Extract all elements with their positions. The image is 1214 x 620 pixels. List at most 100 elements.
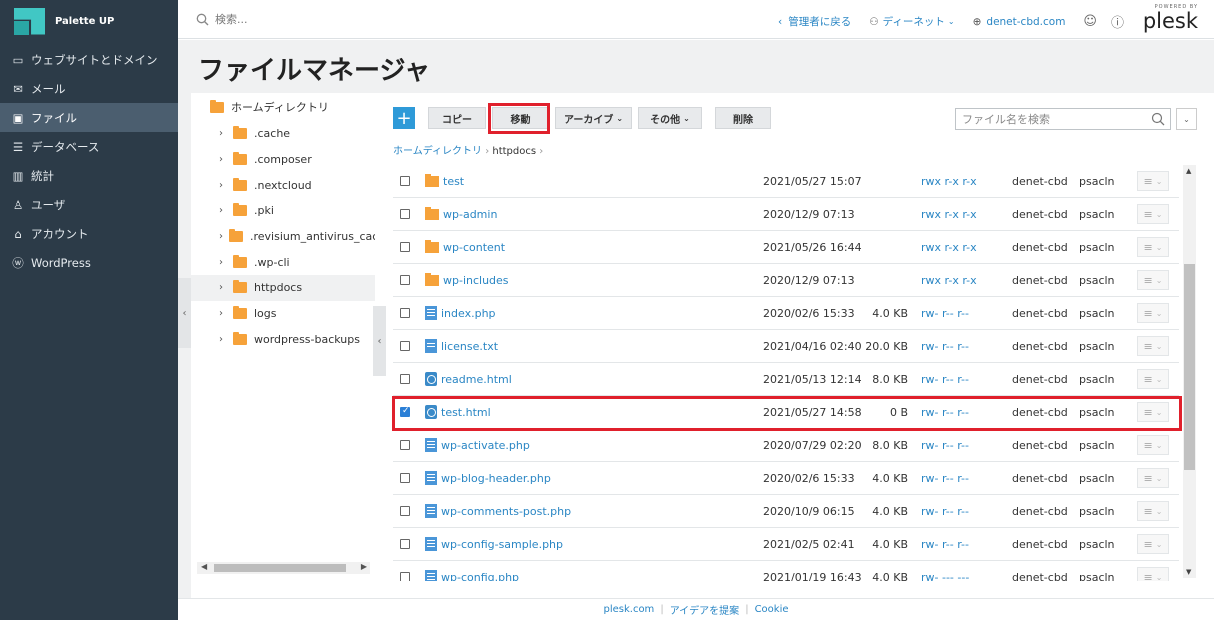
tree-item[interactable]: › .composer [191,147,375,173]
file-name-link[interactable]: wp-config.php [425,570,519,581]
file-permissions-link[interactable]: rwx r-x r-x [921,208,977,221]
file-name-link[interactable]: license.txt [425,339,498,353]
chevron-right-icon[interactable]: › [219,180,227,191]
file-name-link[interactable]: wp-blog-header.php [425,471,551,485]
row-checkbox[interactable] [400,176,410,186]
file-name-link[interactable]: index.php [425,306,496,320]
file-list-scrollbar[interactable]: ▲ ▼ [1183,165,1196,578]
add-button[interactable]: + [393,107,415,129]
sidebar-item-6[interactable]: ⌂ アカウント [0,219,178,248]
file-permissions-link[interactable]: rw- r-- r-- [921,373,969,386]
scroll-thumb[interactable] [214,564,346,572]
other-button[interactable]: その他 ⌄ [638,107,702,129]
row-menu-button[interactable]: ≡ ⌄ [1137,534,1169,554]
footer-link[interactable]: アイデアを提案 [670,602,740,617]
row-checkbox[interactable] [400,275,410,285]
row-menu-button[interactable]: ≡ ⌄ [1137,501,1169,521]
breadcrumb-home[interactable]: ホームディレクトリ [393,146,482,157]
chevron-right-icon[interactable]: › [219,257,227,268]
file-row[interactable]: wp-includes 2020/12/9 07:13 rwx r-x r-x den… [393,264,1179,297]
sidebar-item-3[interactable]: ☰ データベース [0,132,178,161]
suggest-icon[interactable]: ☺ [1083,14,1097,29]
scroll-thumb[interactable] [1184,264,1195,470]
file-row[interactable]: test 2021/05/27 15:07 rwx r-x r-x denet-cbd… [393,165,1179,198]
chevron-right-icon[interactable]: › [219,154,227,165]
back-to-admin-link[interactable]: ‹ 管理者に戻る [778,14,851,29]
chevron-right-icon[interactable]: › [219,308,227,319]
row-menu-button[interactable]: ≡ ⌄ [1137,336,1169,356]
file-row[interactable]: wp-content 2021/05/26 16:44 rwx r-x r-x den… [393,231,1179,264]
file-name-link[interactable]: test [425,173,464,188]
row-checkbox[interactable] [400,440,410,450]
file-permissions-link[interactable]: rw- r-- r-- [921,307,969,320]
row-checkbox[interactable] [400,341,410,351]
chevron-right-icon[interactable]: › [219,128,227,139]
chevron-right-icon[interactable]: › [219,334,227,345]
file-name-link[interactable]: readme.html [425,372,512,386]
row-checkbox[interactable] [400,506,410,516]
file-row[interactable]: license.txt 2021/04/16 02:40 20.0 KB rw- r-… [393,330,1179,363]
sidebar-item-7[interactable]: ⓦ WordPress [0,248,178,277]
sidebar-item-2[interactable]: ▣ ファイル [0,103,178,132]
tree-item[interactable]: › .revisium_antivirus_cache [191,224,375,250]
file-name-link[interactable]: wp-admin [425,206,497,221]
file-row[interactable]: wp-config-sample.php 2021/02/5 02:41 4.0 K… [393,528,1179,561]
scroll-down-icon[interactable]: ▼ [1186,568,1191,576]
sidebar-item-1[interactable]: ✉ メール [0,74,178,103]
row-menu-button[interactable]: ≡ ⌄ [1137,468,1169,488]
file-permissions-link[interactable]: rw- r-- r-- [921,340,969,353]
chevron-right-icon[interactable]: › [219,282,227,293]
file-row[interactable]: wp-admin 2020/12/9 07:13 rwx r-x r-x denet-… [393,198,1179,231]
sidebar-item-5[interactable]: ♙ ユーザ [0,190,178,219]
file-permissions-link[interactable]: rwx r-x r-x [921,175,977,188]
pane-collapse-toggle[interactable]: ‹ [373,306,386,376]
tree-item[interactable]: › logs [191,301,375,327]
user-menu[interactable]: ⚇ ディーネット ⌄ [869,14,954,29]
footer-link[interactable]: plesk.com [603,604,654,615]
tree-item[interactable]: › httpdocs [191,275,375,301]
scroll-right-icon[interactable]: ▶ [361,562,367,571]
row-checkbox[interactable] [400,539,410,549]
file-permissions-link[interactable]: rw- r-- r-- [921,505,969,518]
archive-button[interactable]: アーカイブ ⌄ [555,107,632,129]
scroll-up-icon[interactable]: ▲ [1186,167,1191,175]
tree-item[interactable]: › .wp-cli [191,249,375,275]
row-menu-button[interactable]: ≡ ⌄ [1137,270,1169,290]
file-permissions-link[interactable]: rwx r-x r-x [921,274,977,287]
copy-button[interactable]: コピー [428,107,486,129]
file-row[interactable]: wp-blog-header.php 2020/02/6 15:33 4.0 KB r… [393,462,1179,495]
tree-horizontal-scrollbar[interactable]: ◀ ▶ [197,562,370,574]
file-permissions-link[interactable]: rwx r-x r-x [921,241,977,254]
file-permissions-link[interactable]: rw- r-- r-- [921,538,969,551]
global-search-input[interactable]: 検索... [215,11,248,27]
row-checkbox[interactable] [400,209,410,219]
file-permissions-link[interactable]: rw- --- --- [921,571,969,582]
row-menu-button[interactable]: ≡ ⌄ [1137,435,1169,455]
help-icon[interactable]: ⓘ [1111,12,1124,31]
global-search[interactable]: 検索... [196,11,248,27]
file-row[interactable]: readme.html 2021/05/13 12:14 8.0 KB rw- r--… [393,363,1179,396]
tree-item[interactable]: › .nextcloud [191,172,375,198]
file-name-link[interactable]: wp-includes [425,272,509,287]
file-row[interactable]: wp-activate.php 2020/07/29 02:20 8.0 KB rw-… [393,429,1179,462]
tree-item[interactable]: › .cache [191,121,375,147]
file-name-link[interactable]: wp-comments-post.php [425,504,571,518]
file-permissions-link[interactable]: rw- r-- r-- [921,472,969,485]
sidebar-item-4[interactable]: ▥ 統計 [0,161,178,190]
file-name-link[interactable]: wp-content [425,239,505,254]
row-menu-button[interactable]: ≡ ⌄ [1137,171,1169,191]
row-menu-button[interactable]: ≡ ⌄ [1137,369,1169,389]
tree-item[interactable]: › wordpress-backups [191,327,375,353]
row-menu-button[interactable]: ≡ ⌄ [1137,567,1169,581]
sidebar-collapse-toggle[interactable]: ‹ [178,278,191,348]
row-checkbox[interactable] [400,374,410,384]
row-checkbox[interactable] [400,473,410,483]
chevron-right-icon[interactable]: › [219,205,227,216]
file-search-input[interactable]: ファイル名を検索 [955,108,1171,130]
brand-logo[interactable]: Palette UP [0,0,178,42]
chevron-right-icon[interactable]: › [219,231,223,242]
domain-link[interactable]: ⊕ denet-cbd.com [973,16,1066,28]
row-menu-button[interactable]: ≡ ⌄ [1137,303,1169,323]
tree-root[interactable]: ホームディレクトリ [191,93,375,121]
file-row[interactable]: wp-comments-post.php 2020/10/9 06:15 4.0 K… [393,495,1179,528]
